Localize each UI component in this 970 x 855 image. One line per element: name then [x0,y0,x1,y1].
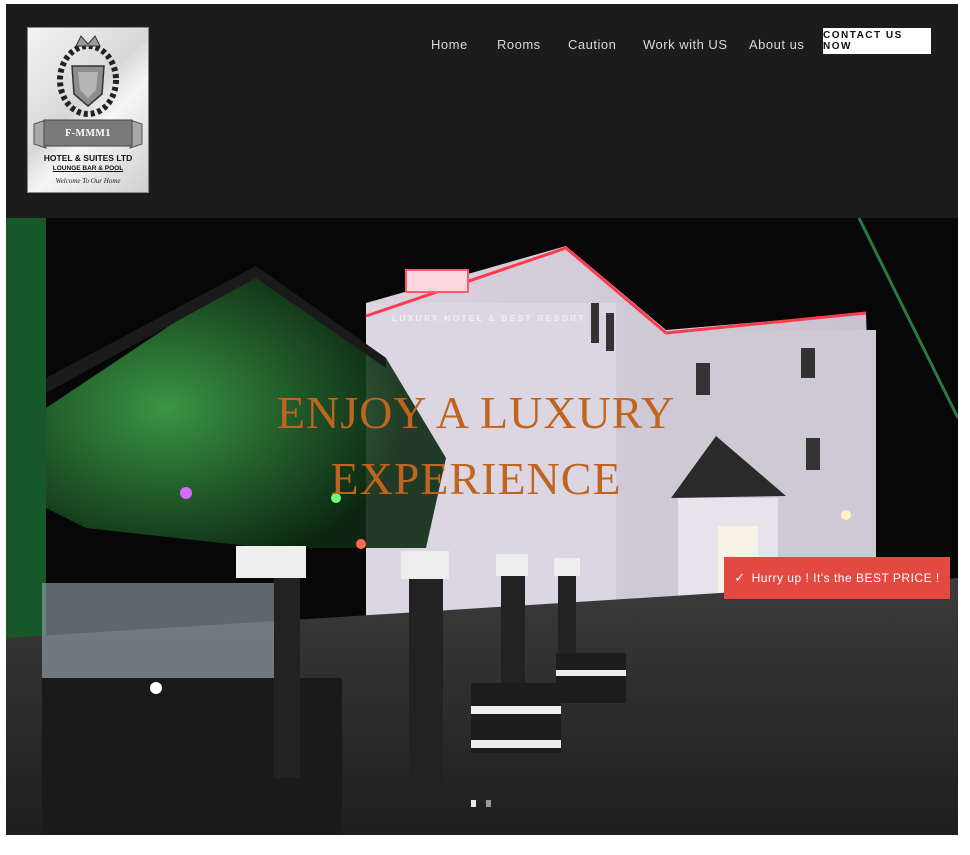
nav-caution[interactable]: Caution [568,31,616,57]
hotel-night-photo [6,218,958,835]
site-header: F-MMM1 HOTEL & SUITES LTD LOUNGE BAR & P… [6,4,958,218]
slider-pagination [471,800,491,807]
nav-rooms[interactable]: Rooms [497,31,541,57]
hero-headline-line-1: ENJOY A LUXURY [276,387,676,438]
best-price-button[interactable]: ✓ Hurry up ! It's the BEST PRICE ! [724,557,950,599]
hero-headline-line-2: EXPERIENCE [330,453,622,504]
hero-slider: LUXURY HOTEL & BEST RESORT ENJOY A LUXUR… [6,218,958,835]
logo-line-lounge: LOUNGE BAR & POOL [52,165,124,172]
promo-label: Hurry up ! It's the BEST PRICE ! [751,571,940,585]
nav-work-with-us[interactable]: Work with US [643,31,728,57]
hero-kicker: LUXURY HOTEL & BEST RESORT [392,313,587,323]
hotel-logo[interactable]: F-MMM1 HOTEL & SUITES LTD LOUNGE BAR & P… [27,27,149,193]
logo-name: F-MMM1 [65,128,111,139]
logo-line-hotel: HOTEL & SUITES LTD [43,153,133,163]
nav-home[interactable]: Home [431,31,468,57]
contact-us-button[interactable]: CONTACT US NOW [823,28,931,54]
nav-about-us[interactable]: About us [749,31,804,57]
slide-dot-2[interactable] [486,800,491,807]
slide-dot-1[interactable] [471,800,476,807]
checkmark-icon: ✓ [734,570,746,585]
logo-tagline: Welcome To Our Home [55,177,121,185]
